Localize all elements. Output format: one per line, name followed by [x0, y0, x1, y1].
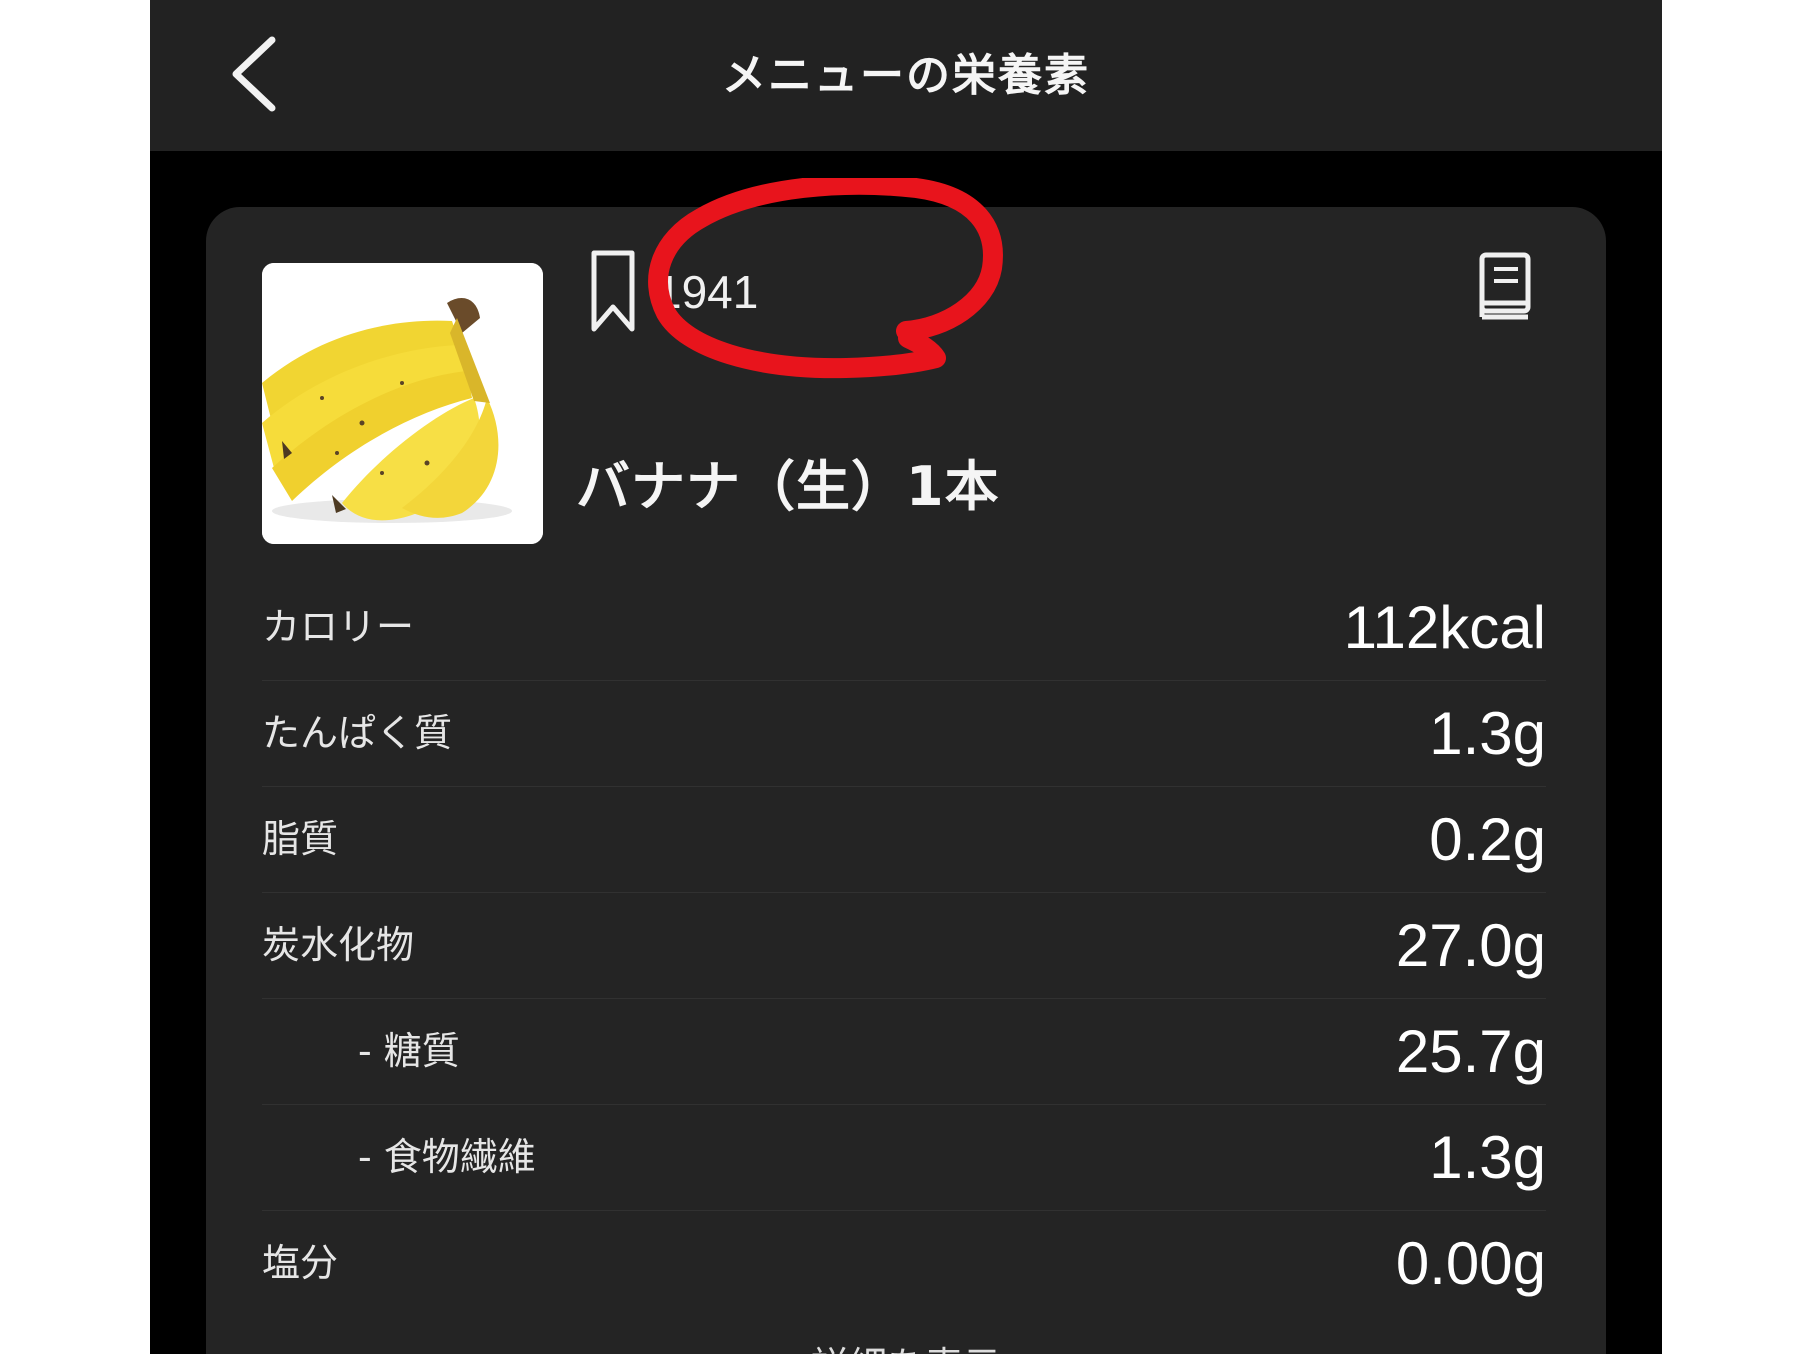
- nutrient-label: 炭水化物: [262, 923, 415, 967]
- book-button[interactable]: [1476, 251, 1536, 321]
- nutrient-row-calories: カロリー 112kcal: [262, 575, 1546, 681]
- nutrient-row-sugar: - 糖質 25.7g: [262, 999, 1546, 1105]
- nutrient-row-fat: 脂質 0.2g: [262, 787, 1546, 893]
- nutrient-label: カロリー: [262, 605, 415, 649]
- nutrient-label: 塩分: [262, 1241, 339, 1285]
- nutrient-list: カロリー 112kcal たんぱく質 1.3g 脂質 0.2g 炭水化物 27.…: [262, 575, 1546, 1316]
- show-details-link[interactable]: 詳細を表示: [206, 1335, 1606, 1354]
- nutrient-label: - 糖質: [358, 1029, 460, 1073]
- bookmark-button[interactable]: 1941: [584, 247, 784, 337]
- nutrient-value: 0.2g: [1429, 806, 1546, 873]
- page-title: メニューの栄養素: [722, 50, 1090, 101]
- nutrient-label: - 食物繊維: [358, 1135, 536, 1179]
- nutrient-label: 脂質: [262, 817, 339, 861]
- bookmark-icon: [591, 250, 635, 332]
- food-name: バナナ（生）1本: [576, 455, 1000, 518]
- nutrient-value: 27.0g: [1395, 912, 1546, 979]
- nutrient-row-carbohydrates: 炭水化物 27.0g: [262, 893, 1546, 999]
- banana-image: [262, 263, 543, 544]
- nutrition-card: 1941 バナナ（生）1本 カロリー 112kcal たんぱく質 1.3g 脂質: [206, 207, 1606, 1354]
- navigation-bar: メニューの栄養素: [150, 0, 1662, 151]
- nutrient-row-fiber: - 食物繊維 1.3g: [262, 1105, 1546, 1211]
- nutrient-value: 25.7g: [1395, 1018, 1546, 1085]
- nutrient-value: 112kcal: [1343, 594, 1546, 661]
- app-screen: メニューの栄養素 1941 バナナ（生）1本 カロリー 112kcal たんぱく…: [150, 0, 1662, 1354]
- nutrient-value: 1.3g: [1429, 700, 1546, 767]
- bookmark-count: 1941: [656, 266, 759, 318]
- nutrient-row-protein: たんぱく質 1.3g: [262, 681, 1546, 787]
- nutrient-row-salt: 塩分 0.00g: [262, 1211, 1546, 1316]
- nutrient-value: 0.00g: [1395, 1230, 1546, 1297]
- nutrient-label: たんぱく質: [262, 711, 453, 755]
- food-image: [262, 263, 543, 544]
- nutrient-value: 1.3g: [1429, 1124, 1546, 1191]
- book-icon: [1479, 252, 1531, 320]
